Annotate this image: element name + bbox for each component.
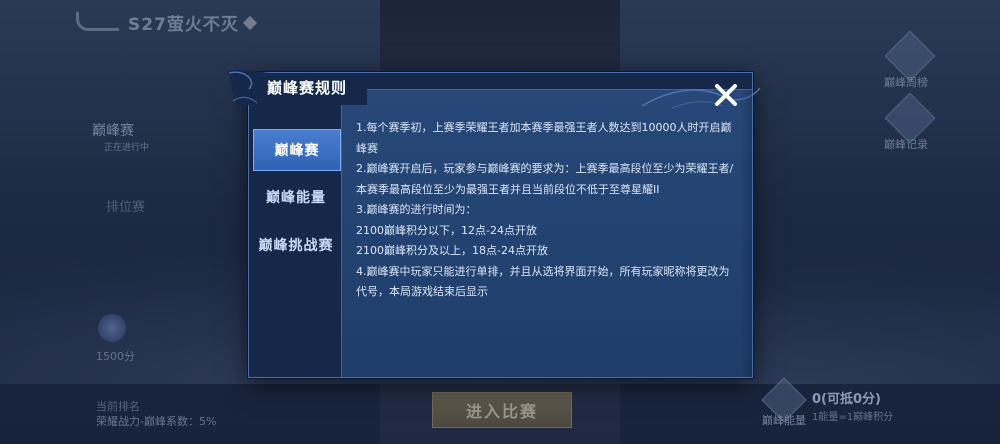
rules-tab-list: 巅峰赛 巅峰能量 巅峰挑战赛: [249, 117, 341, 377]
season-title: S27萤火不灭: [128, 10, 257, 35]
back-arrow-icon[interactable]: [76, 12, 119, 31]
mode-peak-status: 正在进行中: [104, 143, 150, 153]
rule-line: 4.巅峰赛中玩家只能进行单排，并且从选将界面开始，所有玩家昵称将更改为代号，本局…: [356, 264, 730, 299]
dialog-title-banner: 巅峰赛规则: [227, 67, 377, 107]
rule-line: 2100巅峰积分及以上，18点-24点开放: [356, 244, 548, 257]
close-button[interactable]: [710, 79, 742, 111]
rule-line: 1.每个赛季初，上赛季荣耀王者加本赛季最强王者人数达到10000人时开启巅峰赛: [356, 121, 732, 155]
diamond-icon: [242, 15, 257, 31]
decorative-swirl-icon: [641, 87, 761, 109]
rank-coefficient-info: 荣耀战力-巅峰系数：5%: [96, 415, 217, 428]
enter-match-button[interactable]: 进入比赛: [432, 392, 572, 428]
peak-energy-rule: 1能量=1巅峰积分: [812, 412, 894, 423]
mode-peak-label[interactable]: 巅峰赛: [92, 120, 134, 140]
peak-score: 1500分: [96, 350, 135, 363]
rule-line: 2.巅峰赛开启后，玩家参与巅峰赛的要求为：上赛季最高段位至少为荣耀王者/本赛季最…: [356, 162, 734, 196]
rule-line: 3.巅峰赛的进行时间为：: [356, 203, 477, 216]
peak-score-icon: [98, 314, 126, 342]
weekly-leaderboard-label[interactable]: 巅峰周榜: [884, 74, 928, 90]
rules-content-panel: 1.每个赛季初，上赛季荣耀王者加本赛季最强王者人数达到10000人时开启巅峰赛 …: [341, 87, 761, 377]
rules-dialog: 1.每个赛季初，上赛季荣耀王者加本赛季最强王者人数达到10000人时开启巅峰赛 …: [227, 70, 761, 378]
dialog-title: 巅峰赛规则: [267, 79, 348, 97]
peak-record-label[interactable]: 巅峰记录: [884, 136, 928, 152]
tab-peak-match[interactable]: 巅峰赛: [253, 129, 341, 171]
peak-energy-label: 巅峰能量: [762, 414, 806, 427]
tab-peak-challenge[interactable]: 巅峰挑战赛: [253, 225, 339, 265]
peak-energy-count: 0(可抵0分): [812, 392, 881, 407]
mode-ranked-label[interactable]: 排位赛: [106, 196, 145, 215]
current-rank-label: 当前排名: [96, 400, 140, 413]
rules-text: 1.每个赛季初，上赛季荣耀王者加本赛季最强王者人数达到10000人时开启巅峰赛 …: [356, 118, 736, 303]
close-icon[interactable]: [710, 79, 742, 111]
rule-line: 2100巅峰积分以下，12点-24点开放: [356, 223, 537, 237]
scroll-fade: [740, 90, 752, 377]
tab-peak-energy[interactable]: 巅峰能量: [253, 177, 339, 217]
